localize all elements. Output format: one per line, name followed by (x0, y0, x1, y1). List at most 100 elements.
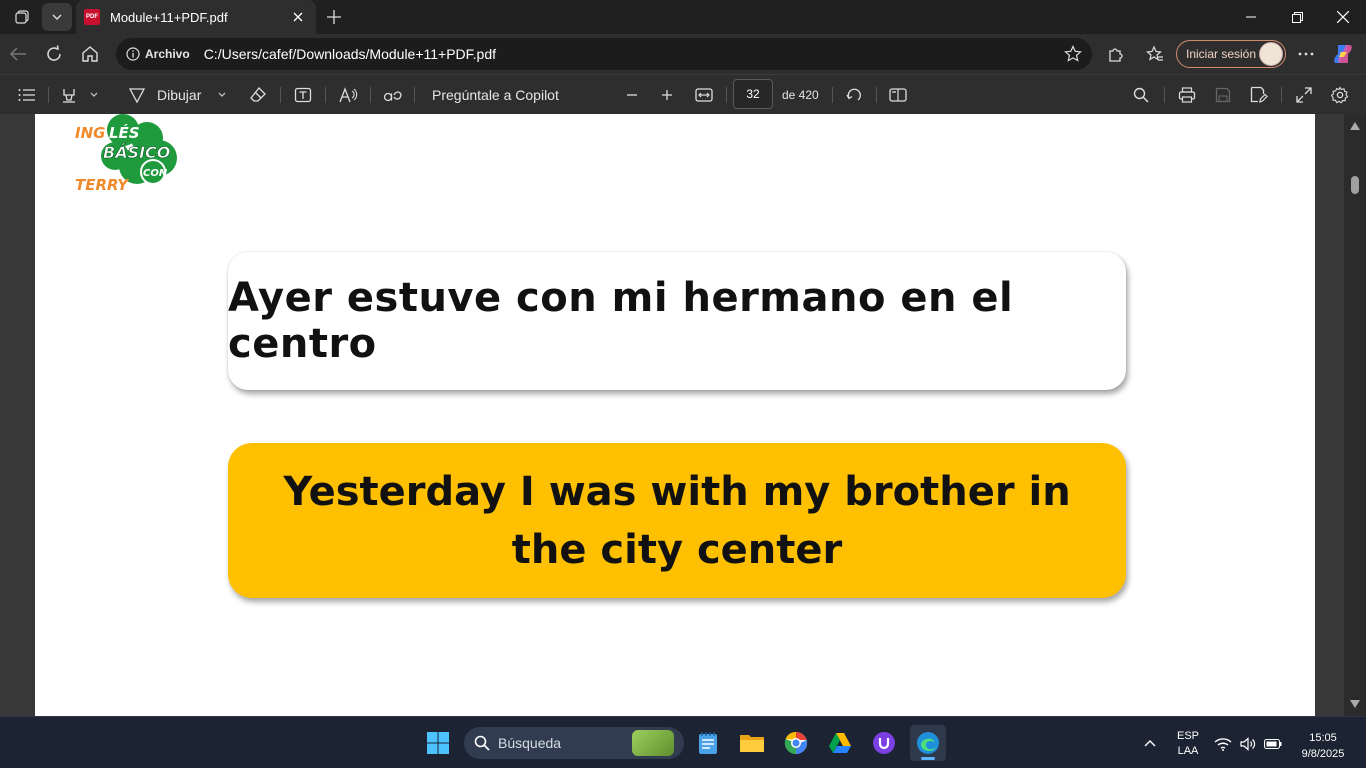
google-drive-icon[interactable] (822, 725, 858, 761)
print-icon[interactable] (1176, 83, 1198, 107)
ask-copilot-button[interactable]: Pregúntale a Copilot (432, 83, 572, 107)
separator (876, 87, 877, 103)
copilot-icon[interactable] (1327, 38, 1359, 70)
pdf-viewer[interactable]: ING LÉS BÁSICO CON TERRY Ayer estuve con… (0, 114, 1366, 716)
tab-pdf[interactable]: PDF Module+11+PDF.pdf (76, 0, 316, 34)
minimize-icon[interactable] (1228, 0, 1274, 34)
address-bar[interactable]: Archivo C:/Users/cafef/Downloads/Module+… (116, 38, 1092, 70)
draw-chevron-icon[interactable] (214, 83, 230, 107)
language-variant: LAA (1177, 745, 1199, 757)
draw-button[interactable]: Dibujar (157, 83, 205, 107)
info-icon (126, 47, 140, 61)
avatar (1259, 42, 1283, 66)
clock[interactable]: 15:05 9/8/2025 (1292, 730, 1354, 762)
svg-text:LÉS: LÉS (109, 123, 140, 142)
svg-text:ING: ING (75, 124, 105, 142)
spanish-sentence: Ayer estuve con mi hermano en el centro (228, 275, 1014, 367)
zoom-out-icon[interactable] (622, 83, 642, 107)
page-number-input[interactable]: 32 (733, 79, 773, 109)
svg-text:BÁSICO: BÁSICO (103, 143, 171, 162)
zoom-in-icon[interactable] (657, 83, 677, 107)
separator (370, 87, 371, 103)
separator (280, 87, 281, 103)
show-hidden-icons-chevron-icon[interactable] (1132, 725, 1168, 761)
signin-button[interactable]: Iniciar sesión (1176, 40, 1286, 68)
table-of-contents-icon[interactable] (16, 83, 38, 107)
svg-text:TERRY: TERRY (75, 176, 130, 194)
windows-start-icon[interactable] (420, 725, 456, 761)
notepad-icon[interactable] (690, 725, 726, 761)
ingles-basico-con-terry-logo: ING LÉS BÁSICO CON TERRY (75, 114, 190, 194)
battery-icon (1264, 739, 1282, 749)
url-text[interactable]: C:/Users/cafef/Downloads/Module+11+PDF.p… (204, 46, 496, 62)
more-options-icon[interactable] (1290, 38, 1322, 70)
separator (1164, 87, 1165, 103)
signin-label: Iniciar sesión (1186, 47, 1257, 61)
clock-date: 9/8/2025 (1301, 748, 1345, 760)
google-chrome-icon[interactable] (778, 725, 814, 761)
volume-icon (1240, 737, 1256, 751)
english-sentence: Yesterday I was with my brother in the c… (283, 468, 1071, 573)
input-language-indicator[interactable]: ESP LAA (1172, 729, 1204, 759)
pdf-file-icon: PDF (84, 9, 100, 25)
app-u-icon[interactable] (866, 725, 902, 761)
site-info-label: Archivo (145, 47, 190, 61)
close-tab-icon[interactable] (288, 7, 308, 27)
add-text-icon[interactable] (292, 83, 314, 107)
workspaces-icon[interactable] (8, 3, 38, 31)
file-explorer-icon[interactable] (734, 725, 770, 761)
new-tab-icon[interactable] (322, 5, 346, 29)
search-icon (474, 735, 490, 751)
home-icon[interactable] (72, 38, 108, 70)
highlight-chevron-icon[interactable] (86, 83, 102, 107)
search-icon[interactable] (1130, 83, 1152, 107)
page-view-icon[interactable] (887, 83, 909, 107)
rotate-icon[interactable] (843, 83, 865, 107)
scroll-down-arrow-icon[interactable] (1350, 700, 1360, 708)
draw-pen-icon[interactable] (126, 83, 148, 107)
fit-to-width-icon[interactable] (693, 83, 715, 107)
separator (1281, 87, 1282, 103)
microsoft-edge-icon[interactable] (910, 725, 946, 761)
pdf-page: ING LÉS BÁSICO CON TERRY Ayer estuve con… (35, 114, 1315, 716)
favorites-icon[interactable] (1139, 38, 1171, 70)
separator (726, 87, 727, 103)
taskbar-search[interactable]: Búsqueda (464, 727, 684, 759)
restore-icon[interactable] (1274, 0, 1320, 34)
pdf-toolbar: Dibujar Pregúntale a Copilot de 420 (0, 74, 1366, 114)
highlight-icon[interactable] (58, 83, 80, 107)
english-sentence-card: Yesterday I was with my brother in the c… (228, 443, 1126, 598)
clock-time: 15:05 (1309, 732, 1337, 744)
settings-gear-icon[interactable] (1329, 83, 1351, 107)
page-total: de 420 (782, 88, 819, 102)
eraser-icon[interactable] (247, 83, 269, 107)
separator (48, 87, 49, 103)
close-window-icon[interactable] (1320, 0, 1366, 34)
read-aloud-icon[interactable] (337, 83, 359, 107)
save-icon[interactable] (1212, 83, 1234, 107)
tab-title: Module+11+PDF.pdf (110, 9, 228, 25)
save-as-icon[interactable] (1248, 83, 1270, 107)
tab-actions-chevron-icon[interactable] (42, 3, 72, 31)
refresh-icon[interactable] (36, 38, 72, 70)
translate-icon[interactable] (382, 83, 404, 107)
language-code: ESP (1176, 730, 1199, 742)
favorite-star-icon[interactable] (1064, 45, 1082, 63)
search-highlight-image (632, 730, 674, 756)
separator (414, 87, 415, 103)
separator (325, 87, 326, 103)
back-arrow-icon[interactable] (0, 38, 36, 70)
taskbar: Búsqueda ESP LAA 15:05 9/8/2025 (0, 716, 1366, 768)
svg-text:CON: CON (143, 168, 168, 179)
separator (832, 87, 833, 103)
wifi-icon (1214, 738, 1232, 751)
scroll-up-arrow-icon[interactable] (1350, 122, 1360, 130)
fullscreen-icon[interactable] (1293, 83, 1315, 107)
scrollbar-thumb[interactable] (1351, 176, 1359, 194)
extensions-icon[interactable] (1100, 38, 1132, 70)
vertical-scrollbar[interactable] (1344, 114, 1366, 716)
system-tray-quick-settings[interactable] (1214, 737, 1284, 751)
search-placeholder: Búsqueda (498, 735, 562, 751)
site-info-button[interactable]: Archivo (126, 47, 190, 61)
spanish-sentence-card: Ayer estuve con mi hermano en el centro (228, 252, 1126, 390)
